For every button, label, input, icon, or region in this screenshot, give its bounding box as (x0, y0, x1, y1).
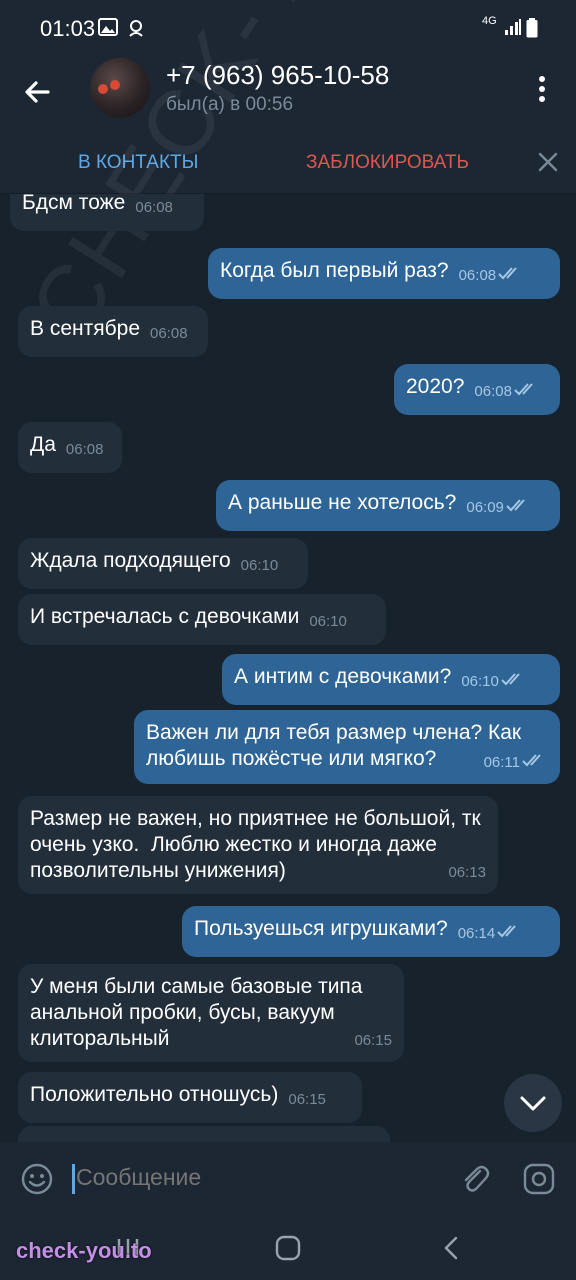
message-time: 06:10 (461, 673, 499, 690)
paperclip-icon[interactable] (458, 1162, 492, 1196)
message-text: Важен ли для тебя размер члена? Как люби… (146, 721, 527, 770)
message-text: Бдсм тоже (22, 194, 126, 214)
message-time: 06:08 (65, 441, 104, 458)
message-time: 06:09 (466, 499, 504, 516)
message-time: 06:10 (240, 557, 279, 574)
message-time: 06:14 (457, 925, 496, 942)
message-text: А раньше не хотелось? (228, 491, 457, 514)
message-bubble[interactable]: В сентябре 06:08 (18, 306, 208, 357)
emoji-icon[interactable] (20, 1162, 54, 1196)
chat-header: +7 (963) 965-10-58 был(а) в 00:56 (0, 48, 576, 138)
message-text: Когда был первый раз? (220, 259, 449, 282)
close-icon[interactable] (536, 150, 560, 174)
message-bubble[interactable]: 2020? 06:08 (394, 364, 560, 415)
message-time: 06:15 (288, 1091, 326, 1108)
message-bubble[interactable]: Положительно отношусь) 06:15 (18, 1072, 362, 1123)
message-text: Ждала подходящего (30, 549, 231, 572)
message-text: Да (30, 433, 56, 456)
message-time: 06:08 (135, 199, 173, 216)
message-bubble[interactable]: Важен ли для тебя размер члена? Как люби… (134, 710, 560, 784)
message-text: Пользуешься игрушками? (194, 917, 448, 940)
scroll-down-button[interactable] (504, 1074, 562, 1132)
message-text: В сентябре (30, 317, 140, 340)
chevron-down-icon (520, 1096, 546, 1111)
read-checkmarks-icon (497, 925, 516, 938)
message-bubble[interactable]: Да 06:08 (18, 422, 122, 473)
add-to-contacts-button[interactable]: В КОНТАКТЫ (78, 152, 198, 174)
message-time: 06:11 (483, 754, 520, 771)
message-bubble[interactable]: Бдсм тоже 06:08 (10, 194, 204, 231)
message-time: 06:15 (354, 1032, 392, 1049)
message-bubble[interactable]: А раньше не хотелось? 06:09 (216, 480, 560, 531)
message-text: У меня были самые базовые типа анальной … (30, 975, 369, 1050)
text-cursor (72, 1164, 75, 1194)
message-text: 2020? (406, 375, 465, 398)
message-bubble-partial[interactable] (18, 1126, 390, 1142)
message-text: Размер не важен, но приятнее не большой,… (30, 807, 487, 882)
read-checkmarks-icon (501, 673, 520, 686)
back-arrow-icon[interactable] (18, 72, 58, 112)
signal-icon (504, 18, 522, 41)
last-seen-status: был(а) в 00:56 (166, 94, 294, 115)
read-checkmarks-icon (506, 499, 525, 512)
network-type: 4G (482, 15, 497, 27)
instagram-camera-icon[interactable] (522, 1162, 556, 1196)
message-bubble[interactable]: Когда был первый раз? 06:08 (208, 248, 560, 299)
notification-icon (126, 18, 146, 43)
message-time: 06:08 (458, 267, 497, 284)
corner-watermark: check-you.to (16, 1238, 152, 1263)
avatar[interactable] (90, 58, 150, 118)
system-back-icon[interactable] (438, 1234, 466, 1262)
read-checkmarks-icon (498, 267, 517, 280)
message-input[interactable] (76, 1164, 436, 1191)
read-checkmarks-icon (514, 383, 533, 396)
message-time: 06:10 (309, 613, 347, 630)
message-time: 06:08 (150, 325, 188, 342)
read-checkmarks-icon (522, 754, 541, 767)
message-bubble[interactable]: И встречалась с девочками 06:10 (18, 594, 386, 645)
message-text: А интим с девочками? (234, 665, 452, 688)
message-text: Положительно отношусь) (30, 1083, 279, 1106)
message-text: И встречалась с девочками (30, 605, 300, 628)
home-icon[interactable] (274, 1234, 302, 1262)
battery-icon (526, 18, 538, 43)
message-bubble[interactable]: Пользуешься игрушками? 06:14 (182, 906, 560, 957)
message-input-bar (0, 1142, 576, 1216)
contact-action-bar: В КОНТАКТЫ ЗАБЛОКИРОВАТЬ (0, 138, 576, 194)
message-bubble[interactable]: Размер не важен, но приятнее не большой,… (18, 796, 498, 894)
status-time: 01:03 (40, 16, 96, 41)
message-bubble[interactable]: А интим с девочками? 06:10 (222, 654, 560, 705)
message-time: 06:08 (474, 383, 512, 400)
more-options-icon[interactable] (532, 74, 552, 104)
message-bubble[interactable]: Ждала подходящего 06:10 (18, 538, 308, 589)
message-time: 06:13 (448, 864, 486, 881)
block-button[interactable]: ЗАБЛОКИРОВАТЬ (306, 152, 469, 174)
contact-phone-title[interactable]: +7 (963) 965-10-58 (166, 60, 389, 91)
message-list[interactable]: Бдсм тоже 06:08 Когда был первый раз? 06:0… (0, 194, 576, 1142)
message-bubble[interactable]: У меня были самые базовые типа анальной … (18, 964, 404, 1062)
gallery-icon (98, 18, 118, 41)
